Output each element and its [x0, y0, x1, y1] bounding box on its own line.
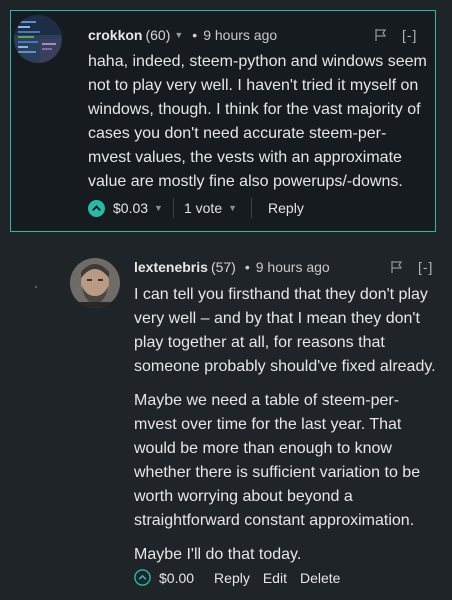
collapse-button[interactable]: [-]: [402, 27, 417, 43]
comment-thread: crokkon (60) ▼ • 9 hours ago [-] haha, i…: [0, 0, 452, 600]
avatar-crokkon-image: [14, 15, 62, 63]
comment-header: crokkon (60) ▼ • 9 hours ago: [88, 27, 277, 43]
separator-dot: •: [192, 27, 198, 43]
divider: [172, 198, 174, 218]
author-name[interactable]: lextenebris: [134, 259, 208, 275]
payout-value[interactable]: $0.00: [159, 570, 194, 586]
comment-paragraph: I can tell you firsthand that they don't…: [134, 286, 436, 375]
vote-count[interactable]: 1 vote: [184, 200, 222, 216]
payout-value[interactable]: $0.03: [113, 200, 148, 216]
payout-chevron-icon[interactable]: ▼: [154, 203, 163, 213]
comment-body: I can tell you firsthand that they don't…: [134, 283, 436, 567]
delete-button[interactable]: Delete: [300, 570, 340, 586]
comment-footer: $0.03 ▼ 1 vote ▼ Reply: [88, 198, 304, 218]
timestamp[interactable]: 9 hours ago: [203, 27, 277, 43]
author-menu-chevron-icon[interactable]: ▼: [174, 30, 183, 40]
comment-paragraph: Maybe I'll do that today.: [134, 546, 302, 563]
voters-chevron-icon[interactable]: ▼: [228, 203, 237, 213]
flag-icon[interactable]: [390, 260, 404, 274]
thread-indent-marker: [35, 286, 37, 288]
separator-dot: •: [244, 259, 250, 275]
comment-tools: [-]: [374, 27, 417, 43]
upvote-icon[interactable]: [88, 199, 105, 217]
comment-footer: $0.00 Reply Edit Delete: [134, 569, 340, 586]
timestamp[interactable]: 9 hours ago: [256, 259, 330, 275]
reply-button[interactable]: Reply: [268, 200, 304, 216]
author-reputation: (60): [145, 27, 171, 43]
author-reputation: (57): [210, 259, 236, 275]
comment-header: lextenebris (57) • 9 hours ago: [134, 259, 330, 275]
divider: [251, 198, 253, 218]
author-name[interactable]: crokkon: [88, 27, 142, 43]
flag-icon[interactable]: [374, 28, 388, 42]
comment-paragraph: haha, indeed, steem-python and windows s…: [88, 53, 427, 190]
upvote-icon[interactable]: [134, 569, 151, 586]
comment-body: haha, indeed, steem-python and windows s…: [88, 50, 428, 194]
comment-paragraph: Maybe we need a table of steem-per-mvest…: [134, 392, 421, 529]
comment-tools: [-]: [390, 259, 433, 275]
avatar-lextenebris[interactable]: [70, 258, 120, 308]
collapse-button[interactable]: [-]: [418, 259, 433, 275]
edit-button[interactable]: Edit: [263, 570, 287, 586]
avatar-lextenebris-image: [70, 258, 120, 308]
avatar-crokkon[interactable]: [14, 15, 62, 63]
reply-button[interactable]: Reply: [214, 570, 250, 586]
